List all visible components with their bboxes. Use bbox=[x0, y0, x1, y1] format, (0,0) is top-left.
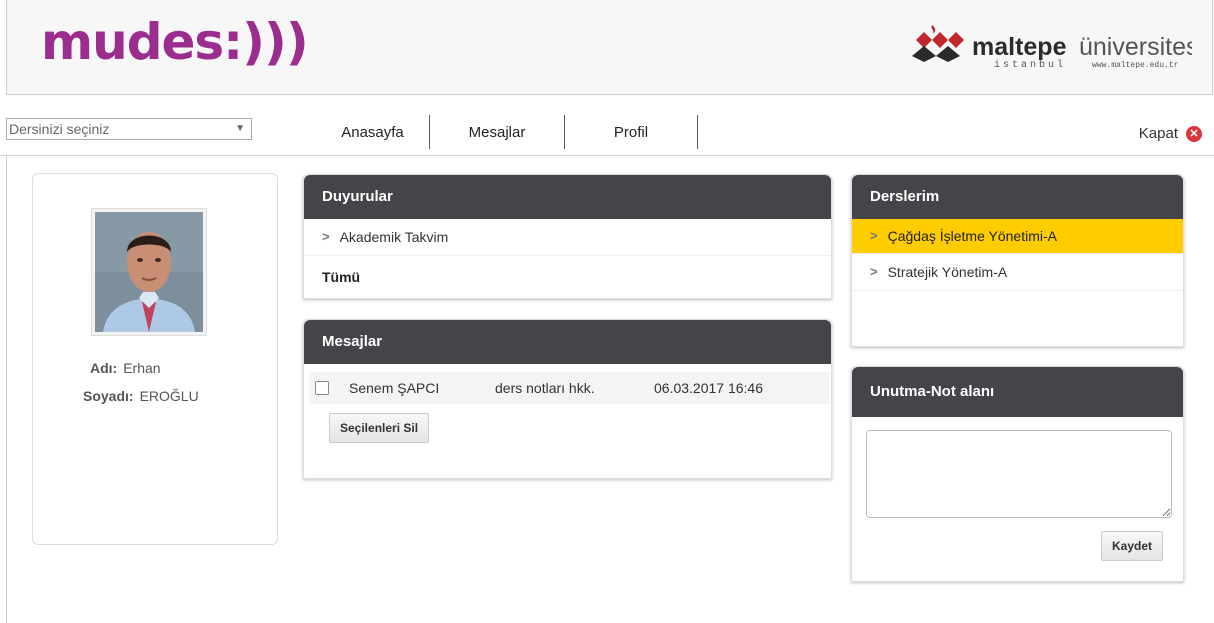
announcement-item[interactable]: > Akademik Takvim bbox=[304, 219, 831, 256]
save-note-button[interactable]: Kaydet bbox=[1101, 531, 1164, 561]
announcements-panel: Duyurular > Akademik Takvim Tümü bbox=[303, 174, 832, 299]
app-header: mudes:))) maltepe üniversitesi istanbul … bbox=[6, 0, 1213, 95]
message-subject: ders notları hkk. bbox=[495, 380, 595, 396]
maltepe-logo-name: maltepe bbox=[972, 33, 1067, 61]
messages-title: Mesajlar bbox=[304, 320, 831, 364]
close-icon: ✕ bbox=[1186, 125, 1202, 142]
announcement-label: Akademik Takvim bbox=[339, 229, 449, 245]
maltepe-university-logo[interactable]: maltepe üniversitesi istanbul www.maltep… bbox=[902, 22, 1204, 72]
message-date: 06.03.2017 16:46 bbox=[654, 380, 763, 396]
surname-value: EROĞLU bbox=[139, 388, 199, 404]
chevron-right-icon: > bbox=[322, 229, 330, 244]
nav-anasayfa[interactable]: Anasayfa bbox=[316, 115, 430, 149]
content-left-border bbox=[6, 155, 7, 623]
close-label: Kapat bbox=[1138, 125, 1178, 142]
close-link[interactable]: Kapat ✕ bbox=[1139, 125, 1202, 142]
name-value: Erhan bbox=[123, 360, 161, 376]
chevron-right-icon: > bbox=[870, 264, 878, 279]
name-label: Adı: bbox=[90, 360, 118, 376]
main-navbar: Dersinizi seçiniz ▼ Anasayfa Mesajlar Pr… bbox=[0, 105, 1214, 156]
maltepe-logo-suffix: üniversitesi bbox=[1079, 33, 1192, 61]
message-checkbox[interactable] bbox=[315, 381, 329, 395]
messages-panel: Mesajlar Senem ŞAPCI ders notları hkk. 0… bbox=[303, 319, 832, 479]
delete-selected-button[interactable]: Seçilenleri Sil bbox=[329, 413, 430, 443]
course-label: Stratejik Yönetim-A bbox=[887, 264, 1008, 280]
message-row[interactable]: Senem ŞAPCI ders notları hkk. 06.03.2017… bbox=[309, 372, 829, 404]
avatar bbox=[91, 208, 207, 336]
nav-mesajlar[interactable]: Mesajlar bbox=[430, 115, 565, 149]
course-select-value: Dersinizi seçiniz bbox=[9, 121, 110, 137]
notes-panel: Unutma-Not alanı Kaydet bbox=[851, 366, 1184, 582]
notes-title: Unutma-Not alanı bbox=[852, 367, 1183, 417]
announcements-title: Duyurular bbox=[304, 175, 831, 219]
courses-panel: Derslerim > Çağdaş İşletme Yönetimi-A > St… bbox=[851, 174, 1184, 347]
message-sender: Senem ŞAPCI bbox=[349, 380, 440, 396]
course-select[interactable]: Dersinizi seçiniz ▼ bbox=[6, 118, 252, 140]
profile-surname-row: Soyadı: EROĞLU bbox=[83, 388, 199, 404]
main-menu: Anasayfa Mesajlar Profil bbox=[316, 115, 698, 149]
profile-name-row: Adı: Erhan bbox=[90, 360, 161, 376]
course-label: Çağdaş İşletme Yönetimi-A bbox=[887, 228, 1057, 244]
all-announcements-link[interactable]: Tümü bbox=[304, 256, 831, 298]
surname-label: Soyadı: bbox=[83, 388, 134, 404]
course-item-active[interactable]: > Çağdaş İşletme Yönetimi-A bbox=[852, 219, 1183, 254]
maltepe-logo-url: www.maltepe.edu.tr bbox=[1092, 61, 1179, 70]
maltepe-logo-city: istanbul bbox=[994, 59, 1066, 71]
mudes-logo[interactable]: mudes:))) bbox=[41, 12, 309, 72]
profile-card: Adı: Erhan Soyadı: EROĞLU bbox=[32, 173, 278, 545]
courses-title: Derslerim bbox=[852, 175, 1183, 219]
dropdown-arrow-icon: ▼ bbox=[235, 123, 245, 134]
note-textarea[interactable] bbox=[866, 430, 1172, 518]
chevron-right-icon: > bbox=[870, 228, 878, 243]
nav-profil[interactable]: Profil bbox=[565, 115, 698, 149]
course-item[interactable]: > Stratejik Yönetim-A bbox=[852, 254, 1183, 291]
